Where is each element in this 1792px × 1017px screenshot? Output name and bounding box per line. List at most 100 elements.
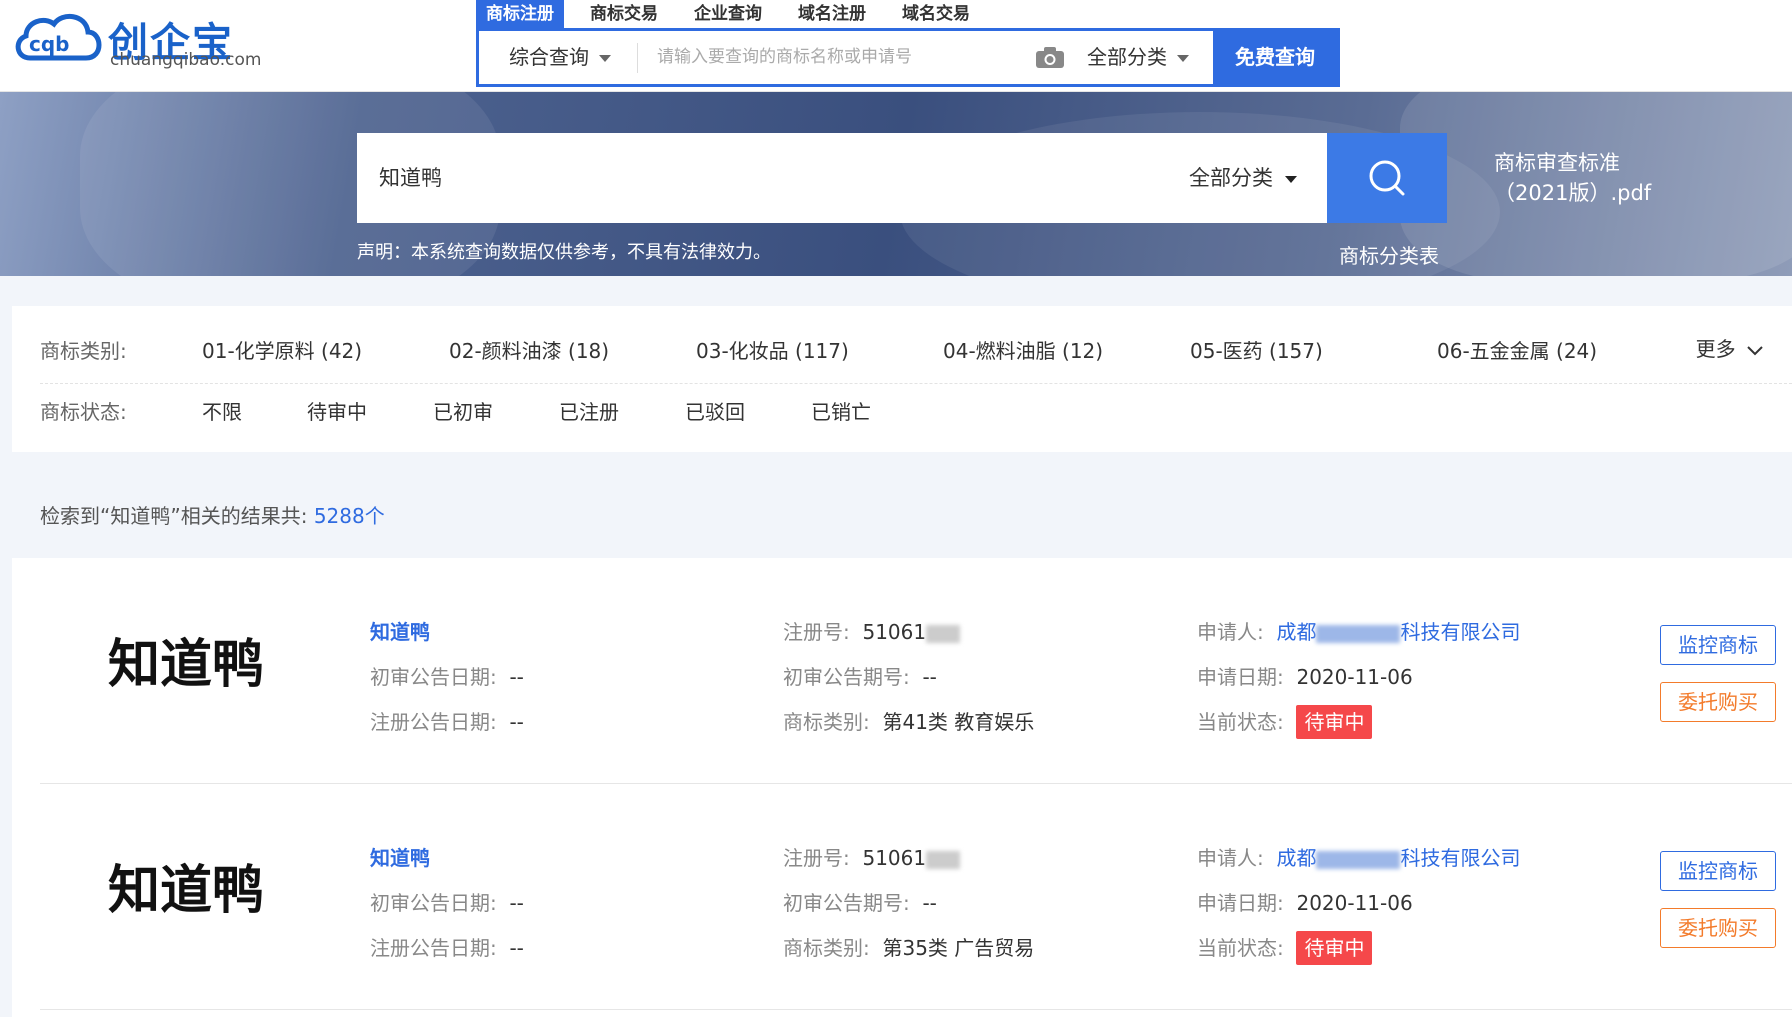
pdf-title-line2: （2021版）.pdf [1494,181,1652,205]
more-categories-button[interactable]: 更多 [1696,319,1764,379]
logo-mark: cqb [29,32,70,56]
result-item: 知道鸭 知道鸭 初审公告日期: -- 注册公告日期: -- 注册号: 51061… [40,558,1792,784]
reg-no-label: 注册号: [783,846,850,870]
reg-no-label: 注册号: [783,620,850,644]
reg-no-value: 51061 [862,846,927,870]
tab-domain-register[interactable]: 域名注册 [788,0,876,28]
category-value: 第35类 广告贸易 [882,936,1035,960]
apply-date-value: 2020-11-06 [1296,665,1413,689]
category-option[interactable]: 05-医药 (157) [1190,335,1437,364]
result-summary: 检索到“知道鸭”相关的结果共: 5288个 [40,500,385,529]
prelim-date-value: -- [509,891,524,915]
monitor-trademark-button[interactable]: 监控商标 [1660,625,1776,665]
chevron-down-icon [1177,55,1189,62]
tab-trademark-trade[interactable]: 商标交易 [580,0,668,28]
status-option[interactable]: 已初审 [433,396,559,425]
thumbnail-text: 知道鸭 [108,635,264,695]
caret-down-icon [1285,175,1297,183]
status-option[interactable]: 待审中 [307,396,433,425]
category-option[interactable]: 01-化学原料 (42) [202,335,449,364]
status-label: 当前状态: [1197,710,1284,734]
camera-icon[interactable] [1035,47,1065,69]
category-value: 第41类 教育娱乐 [882,710,1035,734]
result-col-numbers: 注册号: 51061 初审公告期号: -- 商标类别: 第35类 广告贸易 [783,836,1034,971]
result-item: 知道鸭 知道鸭 初审公告日期: -- 注册公告日期: -- 注册号: 51061… [40,784,1792,1010]
top-tabs: 商标注册 商标交易 企业查询 域名注册 域名交易 [476,0,996,28]
result-col-basic: 知道鸭 初审公告日期: -- 注册公告日期: -- [370,610,524,745]
trademark-thumbnail[interactable]: 知道鸭 [104,622,284,698]
reg-no-value: 51061 [862,620,927,644]
result-count: 5288个 [313,504,385,528]
result-col-basic: 知道鸭 初审公告日期: -- 注册公告日期: -- [370,836,524,971]
redacted-mask [1316,624,1401,643]
search-mode-select[interactable]: 综合查询 [509,31,611,84]
hero-banner: 知道鸭 全部分类 声明：本系统查询数据仅供参考，不具有法律效力。 商标分类表 商… [0,92,1792,276]
header-category-label: 全部分类 [1087,45,1167,69]
class-table-link[interactable]: 商标分类表 [1339,240,1439,269]
category-label: 商标类别: [783,710,870,734]
main-category-select[interactable]: 全部分类 [1189,133,1297,223]
search-mode-label: 综合查询 [509,45,589,69]
prelim-no-value: -- [922,891,937,915]
apply-date-label: 申请日期: [1197,891,1284,915]
applicant-label: 申请人: [1197,620,1264,644]
apply-date-value: 2020-11-06 [1296,891,1413,915]
disclaimer-text: 声明：本系统查询数据仅供参考，不具有法律效力。 [357,242,771,263]
chevron-down-icon [1747,345,1763,355]
category-filter-label: 商标类别: [40,338,127,363]
trademark-name-link[interactable]: 知道鸭 [370,846,430,870]
reg-date-label: 注册公告日期: [370,710,497,734]
result-actions: 监控商标 委托购买 [1660,625,1776,739]
status-badge: 待审中 [1296,705,1373,739]
redacted-mask [1316,850,1401,869]
status-option[interactable]: 已注册 [559,396,685,425]
main-search-button[interactable] [1327,133,1447,223]
divider [637,43,638,73]
redacted-mask [926,850,961,869]
applicant-link[interactable]: 成都 科技有限公司 [1276,846,1520,870]
tab-domain-trade[interactable]: 域名交易 [892,0,980,28]
trademark-thumbnail[interactable]: 知道鸭 [104,848,284,924]
applicant-label: 申请人: [1197,846,1264,870]
main-search-input[interactable]: 知道鸭 [379,133,442,223]
tab-trademark-register[interactable]: 商标注册 [476,0,564,28]
top-bar: cqb 创企宝 chuangqibao.com 商标注册 商标交易 企业查询 域… [0,0,1792,92]
status-option[interactable]: 已驳回 [685,396,811,425]
header-search-input[interactable]: 请输入要查询的商标名称或申请号 [657,31,912,84]
main-category-label: 全部分类 [1189,166,1273,190]
free-search-button[interactable]: 免费查询 [1213,31,1337,84]
thumbnail-text: 知道鸭 [108,861,264,921]
reg-date-label: 注册公告日期: [370,936,497,960]
entrust-buy-button[interactable]: 委托购买 [1660,908,1776,948]
category-option[interactable]: 04-燃料油脂 (12) [943,335,1190,364]
summary-prefix: 检索到“知道鸭”相关的结果共: [40,504,308,528]
monitor-trademark-button[interactable]: 监控商标 [1660,851,1776,891]
review-standard-pdf-link[interactable]: 商标审查标准 （2021版）.pdf [1494,148,1694,208]
category-label: 商标类别: [783,936,870,960]
prelim-date-value: -- [509,665,524,689]
status-option[interactable]: 不限 [202,396,307,425]
cloud-logo-icon: cqb [15,14,102,61]
category-option[interactable]: 03-化妆品 (117) [696,335,943,364]
prelim-no-label: 初审公告期号: [783,891,910,915]
filter-panel: 商标类别: 01-化学原料 (42) 02-颜料油漆 (18) 03-化妆品 (… [12,306,1792,452]
category-option[interactable]: 06-五金金属 (24) [1437,335,1684,364]
status-option[interactable]: 已销亡 [811,396,937,425]
category-option[interactable]: 02-颜料油漆 (18) [449,335,696,364]
prelim-no-value: -- [922,665,937,689]
tab-company-search[interactable]: 企业查询 [684,0,772,28]
result-list: 知道鸭 知道鸭 初审公告日期: -- 注册公告日期: -- 注册号: 51061… [12,558,1792,1017]
result-col-numbers: 注册号: 51061 初审公告期号: -- 商标类别: 第41类 教育娱乐 [783,610,1034,745]
site-logo[interactable]: cqb 创企宝 chuangqibao.com [12,6,272,70]
chevron-down-icon [599,55,611,62]
header-search-bar: 综合查询 请输入要查询的商标名称或申请号 全部分类 免费查询 [476,28,1340,87]
header-category-select[interactable]: 全部分类 [1087,31,1189,84]
result-actions: 监控商标 委托购买 [1660,851,1776,965]
status-label: 当前状态: [1197,936,1284,960]
result-col-applicant: 申请人: 成都 科技有限公司 申请日期: 2020-11-06 当前状态: 待审中 [1197,610,1520,745]
status-badge: 待审中 [1296,931,1373,965]
apply-date-label: 申请日期: [1197,665,1284,689]
trademark-name-link[interactable]: 知道鸭 [370,620,430,644]
applicant-link[interactable]: 成都 科技有限公司 [1276,620,1520,644]
entrust-buy-button[interactable]: 委托购买 [1660,682,1776,722]
